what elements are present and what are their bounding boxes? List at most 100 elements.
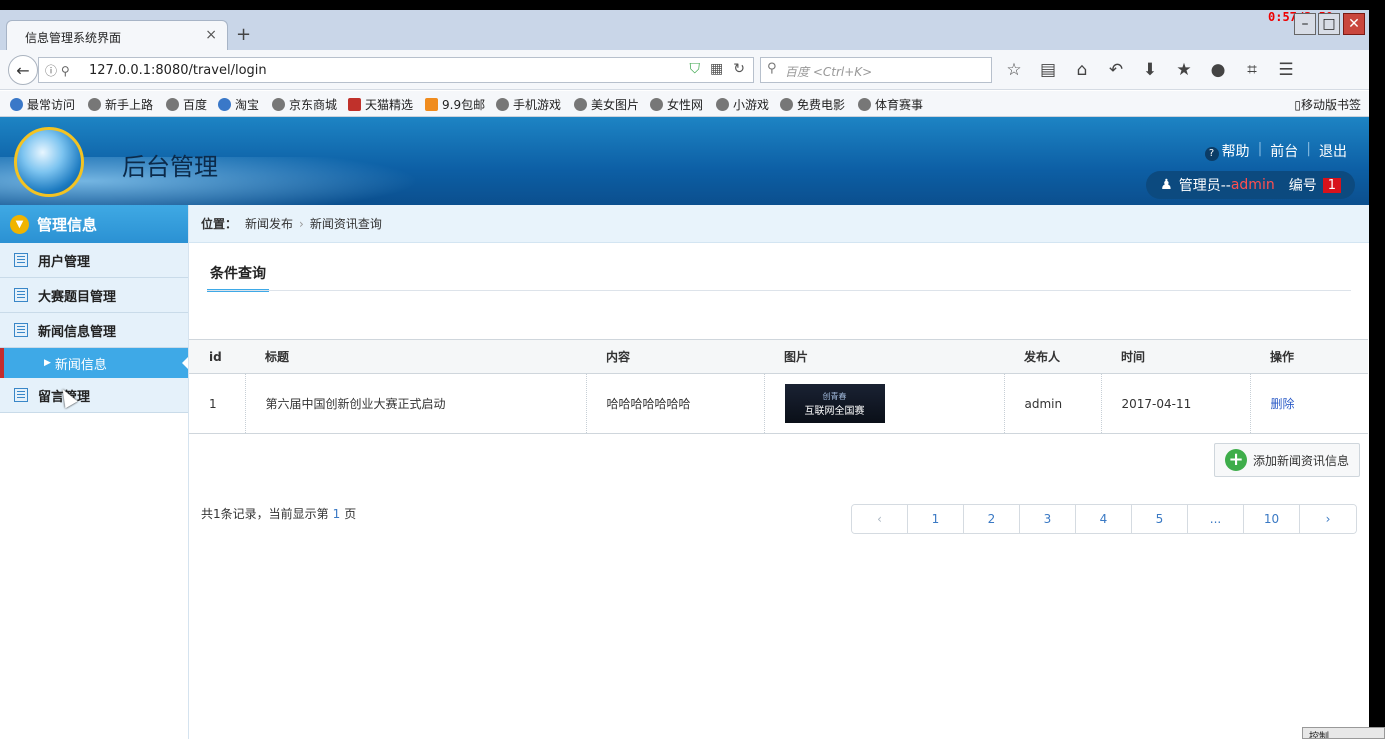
add-news-button[interactable]: + 添加新闻资讯信息 <box>1213 443 1360 477</box>
pager-page[interactable]: 3 <box>1020 505 1076 533</box>
table-row: 1 第六届中国创新创业大赛正式启动 哈哈哈哈哈哈哈 创青春 互联网全国赛 adm… <box>189 373 1368 434</box>
bookmark-item[interactable]: 体育赛事 <box>858 96 923 113</box>
pager-page[interactable]: 2 <box>964 505 1020 533</box>
menu-icon[interactable]: ☰ <box>1276 60 1296 80</box>
globe-icon <box>88 98 101 111</box>
phone-icon: ▯ <box>1294 98 1301 112</box>
close-tab-icon[interactable]: × <box>205 27 217 43</box>
chat-icon[interactable]: ● <box>1208 60 1228 80</box>
crop-icon[interactable]: ⌗ <box>1242 60 1262 80</box>
maximize-button[interactable]: □ <box>1318 13 1340 35</box>
tab-condition-query[interactable]: 条件查询 <box>207 263 269 292</box>
search-placeholder: 百度 <Ctrl+K> <box>785 65 873 79</box>
pager-next[interactable]: › <box>1300 505 1356 533</box>
tab-strip: 信息管理系统界面 × + <box>0 10 1369 50</box>
bookmark-item[interactable]: 小游戏 <box>716 96 769 113</box>
bookmark-item[interactable]: 9.9包邮 <box>425 96 485 113</box>
bookmark-item[interactable]: 手机游戏 <box>496 96 561 113</box>
bookmark-item[interactable]: 淘宝 <box>218 96 259 113</box>
search-input[interactable]: ⚲ 百度 <Ctrl+K> <box>760 57 992 83</box>
pager-prev[interactable]: ‹ <box>852 505 908 533</box>
cell-image: 创青春 互联网全国赛 <box>764 373 1005 434</box>
sidebar: ▼ 管理信息 用户管理 大赛题目管理 新闻信息管理 ▶ 新闻信息 留言管理 <box>0 205 189 739</box>
pagination: ‹ 1 2 3 4 5 ... 10 › <box>851 504 1357 534</box>
help-icon: ? <box>1204 147 1219 161</box>
bookmark-item[interactable]: 女性网 <box>650 96 703 113</box>
home-icon[interactable]: ⌂ <box>1072 60 1092 80</box>
pager-ellipsis: ... <box>1188 505 1244 533</box>
logout-link[interactable]: 退出 <box>1319 141 1347 161</box>
close-window-button[interactable]: ✕ <box>1343 13 1365 35</box>
delete-link[interactable]: 删除 <box>1271 397 1295 411</box>
sidebar-item-messages[interactable]: 留言管理 <box>0 378 188 413</box>
address-bar[interactable]: ⓘ ⚲ 127.0.0.1:8080/travel/login ⛉ ▦ ↻ <box>38 57 754 83</box>
window-frame <box>1369 0 1385 739</box>
browser-window: 信息管理系统界面 × + ← ⓘ ⚲ 127.0.0.1:8080/travel… <box>0 10 1369 739</box>
globe-icon <box>166 98 179 111</box>
undo-icon[interactable]: ↶ <box>1106 60 1126 80</box>
list-icon <box>14 288 28 302</box>
bookmark-item[interactable]: 最常访问 <box>10 96 75 113</box>
user-info: ♟ 管理员-- admin 编号 1 <box>1146 171 1355 199</box>
record-info: 共1条记录，当前显示第 1 页 <box>201 507 357 521</box>
shield-icon[interactable]: ⛉ <box>690 61 701 77</box>
reload-icon[interactable]: ↻ <box>733 61 745 77</box>
sidebar-subitem-news[interactable]: ▶ 新闻信息 <box>0 348 188 378</box>
user-number-badge: 1 <box>1322 177 1341 193</box>
user-icon: ♟ <box>1160 177 1173 193</box>
pager-page[interactable]: 4 <box>1076 505 1132 533</box>
pager-page[interactable]: 5 <box>1132 505 1188 533</box>
minimize-icon: – <box>1301 16 1309 32</box>
bookmark-item[interactable]: 京东商城 <box>272 96 337 113</box>
sidebar-item-users[interactable]: 用户管理 <box>0 243 188 278</box>
minimize-button[interactable]: – <box>1294 13 1316 35</box>
reader-icon[interactable]: ▤ <box>1038 60 1058 80</box>
column-header: 发布人 <box>1004 339 1101 374</box>
cell-date: 2017-04-11 <box>1101 373 1251 434</box>
mobile-bookmarks[interactable]: ▯移动版书签 <box>1294 96 1361 113</box>
url-text: 127.0.0.1:8080/travel/login <box>89 63 267 78</box>
user-prefix: 管理员-- <box>1178 178 1231 194</box>
column-header: id <box>189 339 245 374</box>
news-table: id 标题 内容 图片 发布人 时间 操作 1 第六届中国创新创业大赛正式启动 … <box>189 339 1368 434</box>
globe-icon <box>858 98 871 111</box>
bookmark-item[interactable]: 百度 <box>166 96 207 113</box>
bookmark-item[interactable]: 美女图片 <box>574 96 639 113</box>
column-header: 内容 <box>586 339 764 374</box>
toolbar-icons: ☆ ▤ ⌂ ↶ ⬇ ★ ● ⌗ ☰ <box>1004 60 1296 80</box>
globe-icon <box>716 98 729 111</box>
download-icon[interactable]: ⬇ <box>1140 60 1160 80</box>
globe-icon <box>574 98 587 111</box>
back-button[interactable]: ← <box>8 55 38 85</box>
new-tab-button[interactable]: + <box>236 24 251 45</box>
qrcode-icon[interactable]: ▦ <box>710 61 723 77</box>
info-icon[interactable]: ⓘ ⚲ <box>45 62 70 79</box>
browser-tab[interactable]: 信息管理系统界面 × <box>6 20 228 50</box>
sidebar-item-topics[interactable]: 大赛题目管理 <box>0 278 188 313</box>
top-links: ? 帮助 | 前台 | 退出 <box>1204 141 1347 161</box>
bookmark-item[interactable]: 天猫精选 <box>348 96 413 113</box>
sidebar-item-news-manage[interactable]: 新闻信息管理 <box>0 313 188 348</box>
pager-page[interactable]: 1 <box>908 505 964 533</box>
breadcrumb-separator: › <box>299 216 304 231</box>
bookmark-item[interactable]: 新手上路 <box>88 96 153 113</box>
list-icon <box>14 323 28 337</box>
chevron-down-icon: ▼ <box>10 214 29 234</box>
extension-icon[interactable]: ★ <box>1174 60 1194 80</box>
main-content: 位置： 新闻发布 › 新闻资讯查询 条件查询 id 标题 内容 图片 发布人 时… <box>189 205 1369 739</box>
breadcrumb-item[interactable]: 新闻发布 <box>245 215 293 232</box>
sidebar-header[interactable]: ▼ 管理信息 <box>0 205 188 243</box>
globe-icon <box>272 98 285 111</box>
news-thumbnail: 创青春 互联网全国赛 <box>784 384 885 423</box>
globe-icon <box>650 98 663 111</box>
breadcrumb-item[interactable]: 新闻资讯查询 <box>310 215 382 232</box>
front-link[interactable]: 前台 <box>1270 141 1298 161</box>
star-icon[interactable]: ☆ <box>1004 60 1024 80</box>
cell-action: 删除 <box>1250 373 1368 434</box>
column-header: 标题 <box>245 339 586 374</box>
pager-page[interactable]: 10 <box>1244 505 1300 533</box>
cell-id: 1 <box>189 373 246 434</box>
search-icon: ⚲ <box>767 61 777 76</box>
bookmark-item[interactable]: 免费电影 <box>780 96 845 113</box>
help-link[interactable]: ? 帮助 <box>1204 141 1250 161</box>
